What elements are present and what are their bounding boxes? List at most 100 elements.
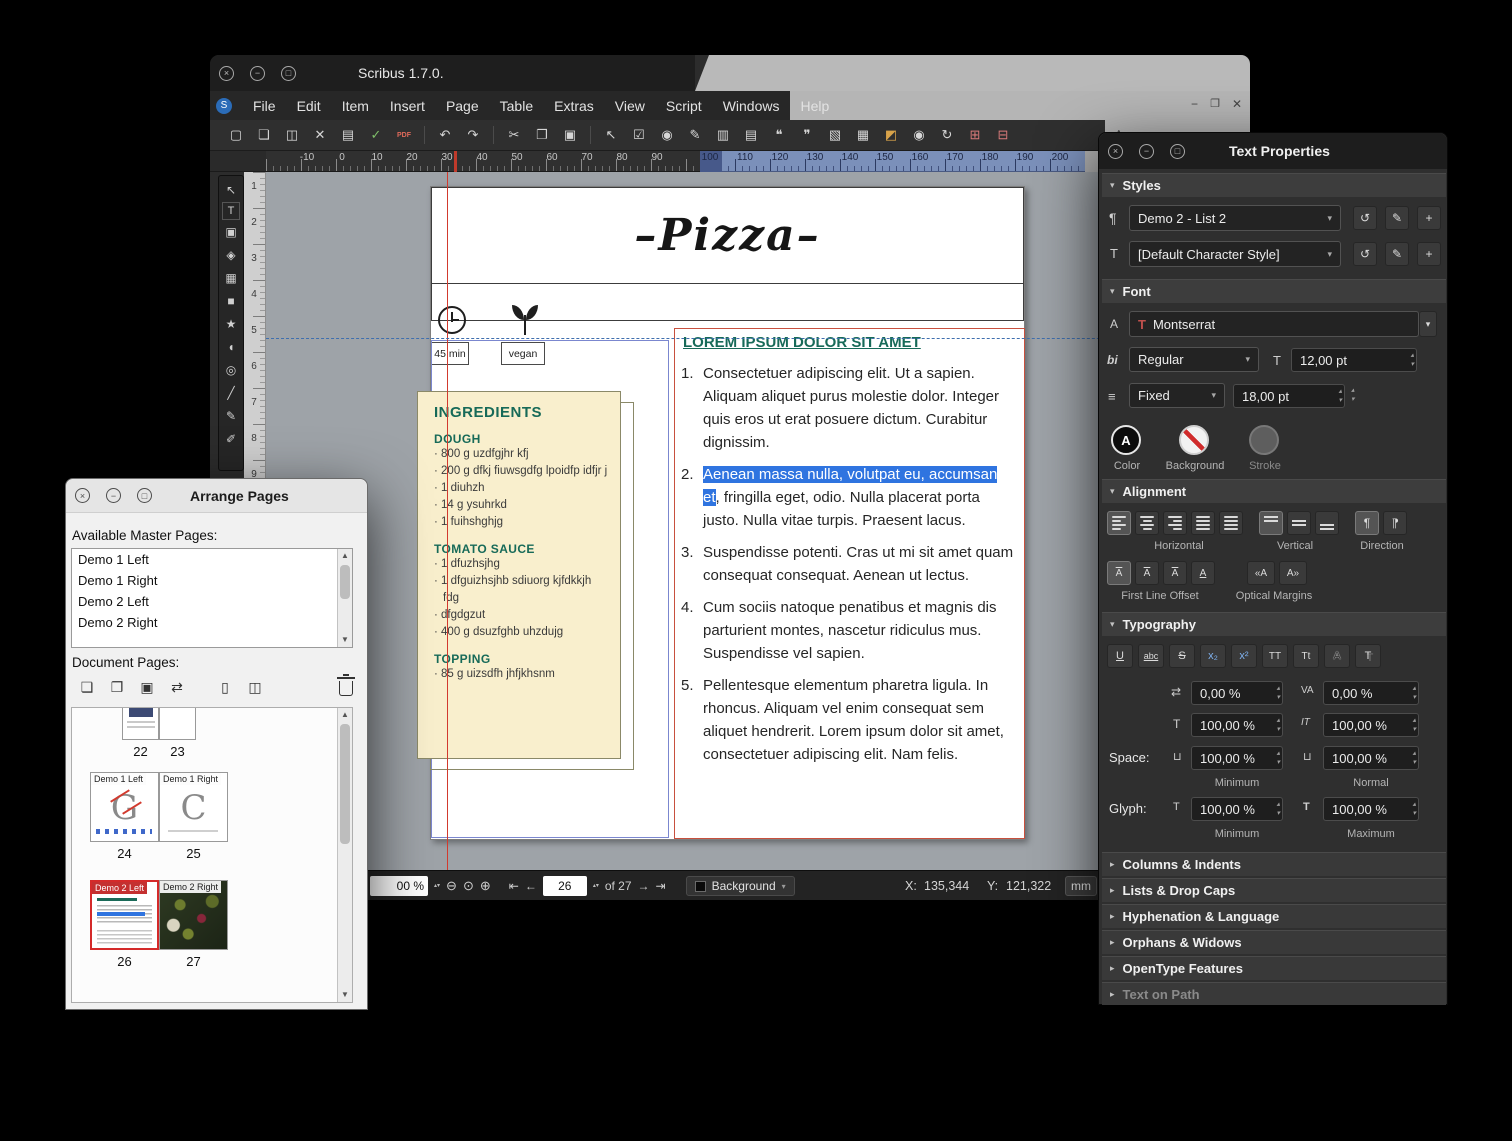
add-page-button[interactable]: ❏: [74, 675, 100, 699]
first-line-offset-max-ascent-button[interactable]: A: [1107, 561, 1131, 585]
small-caps-toggle[interactable]: Tt: [1293, 644, 1319, 668]
export-pdf-button[interactable]: PDF: [392, 123, 416, 147]
space-normal-input[interactable]: 100,00 %▴▾: [1323, 746, 1419, 770]
text-color-button[interactable]: A: [1111, 425, 1141, 455]
menu-extras[interactable]: Extras: [554, 98, 594, 114]
text-annotation-button[interactable]: ❝: [767, 123, 791, 147]
section-font[interactable]: ▾Font: [1102, 279, 1446, 303]
ruler-corner[interactable]: [210, 151, 266, 172]
pdf-checkbox-tool-button[interactable]: ☑: [627, 123, 651, 147]
layer-selector[interactable]: Background ▾: [686, 876, 795, 896]
horizontal-ruler[interactable]: -10 0 10 20 30 40 50 60 70 80 90: [266, 151, 700, 172]
spacing-stepper-icon[interactable]: ▴▾: [1351, 386, 1355, 404]
optical-margins-left-button[interactable]: «A: [1247, 561, 1275, 585]
backdrop-maximize-icon[interactable]: ❐: [1210, 97, 1220, 110]
next-page-button[interactable]: →: [638, 879, 650, 893]
insert-text-frame-button[interactable]: ▤: [739, 123, 763, 147]
section-orphans-widows[interactable]: ▸Orphans & Widows: [1102, 930, 1446, 954]
v-scale-input[interactable]: 100,00 %▴▾: [1323, 713, 1419, 737]
document-page[interactable]: –Pizza– 45 min vegan: [430, 186, 1025, 840]
arc-tool-button[interactable]: ◖: [220, 336, 242, 358]
minimize-window-icon[interactable]: −: [106, 488, 121, 503]
menu-view[interactable]: View: [615, 98, 645, 114]
align-justify-button[interactable]: [1191, 511, 1215, 535]
spinner-arrows-icon[interactable]: ▴▾: [1412, 800, 1416, 818]
character-style-select[interactable]: [Default Character Style]▾: [1129, 241, 1341, 267]
facing-pages-layout-button[interactable]: ◫: [242, 675, 268, 699]
edit-paragraph-style-button[interactable]: ✎: [1385, 206, 1409, 230]
tracking-input[interactable]: 0,00 %▴▾: [1191, 681, 1283, 705]
underline-words-toggle[interactable]: abc: [1138, 644, 1164, 668]
menu-item[interactable]: Item: [342, 98, 369, 114]
page-thumbnail-23[interactable]: [159, 707, 196, 740]
last-page-button[interactable]: ⇥: [656, 879, 666, 893]
list-item[interactable]: Demo 1 Left: [72, 549, 352, 570]
scrollbar[interactable]: ▲ ▼: [337, 708, 352, 1002]
section-hyphenation-language[interactable]: ▸Hyphenation & Language: [1102, 904, 1446, 928]
reset-character-style-button[interactable]: ↺: [1353, 242, 1377, 266]
all-caps-toggle[interactable]: TT: [1262, 644, 1288, 668]
cut-button[interactable]: ✂: [502, 123, 526, 147]
optical-margins-right-button[interactable]: A»: [1279, 561, 1307, 585]
valign-middle-button[interactable]: [1287, 511, 1311, 535]
maximize-window-icon[interactable]: □: [281, 66, 296, 81]
list-item[interactable]: Demo 2 Right: [72, 612, 352, 633]
document-pages-panel[interactable]: 22 23 Demo 1 Left G Demo 1 Right C 24 25…: [71, 707, 353, 1003]
underline-toggle[interactable]: U: [1107, 644, 1133, 668]
scroll-down-icon[interactable]: ▼: [338, 988, 352, 1002]
close-window-icon[interactable]: ×: [75, 488, 90, 503]
link-annotation-button[interactable]: ❞: [795, 123, 819, 147]
spinner-arrows-icon[interactable]: ▴▾: [1338, 387, 1342, 405]
glyph-min-input[interactable]: 100,00 %▴▾: [1191, 797, 1283, 821]
menu-help[interactable]: Help: [800, 98, 829, 114]
background-color-button[interactable]: [1179, 425, 1209, 455]
h-scale-input[interactable]: 100,00 %▴▾: [1191, 713, 1283, 737]
move-page-button[interactable]: ⇄: [164, 675, 190, 699]
paragraph-style-select[interactable]: Demo 2 - List 2▾: [1129, 205, 1341, 231]
preview-mode-button[interactable]: ◉: [907, 123, 931, 147]
table-tool-button[interactable]: ▦: [220, 267, 242, 289]
line-spacing-mode-select[interactable]: Fixed▾: [1129, 383, 1225, 408]
page-number-input[interactable]: 26: [543, 876, 587, 896]
menu-windows[interactable]: Windows: [723, 98, 780, 114]
menu-script[interactable]: Script: [666, 98, 702, 114]
open-file-button[interactable]: ❏: [252, 123, 276, 147]
superscript-toggle[interactable]: x²: [1231, 644, 1257, 668]
insert-table-button[interactable]: ▦: [851, 123, 875, 147]
master-pages-list[interactable]: Demo 1 Left Demo 1 Right Demo 2 Left Dem…: [71, 548, 353, 648]
select-tool-button[interactable]: ↖: [220, 179, 242, 201]
section-styles[interactable]: ▾Styles: [1102, 173, 1446, 197]
maximize-window-icon[interactable]: □: [1170, 144, 1185, 159]
font-family-select[interactable]: TMontserrat: [1129, 311, 1419, 337]
redo-button[interactable]: ↷: [461, 123, 485, 147]
outline-toggle[interactable]: A: [1324, 644, 1350, 668]
page-thumbnail-24[interactable]: Demo 1 Left G: [90, 772, 159, 842]
print-button[interactable]: ▤: [336, 123, 360, 147]
spinner-arrows-icon[interactable]: ▴▾: [1276, 684, 1280, 702]
direction-rtl-button[interactable]: ¶: [1383, 511, 1407, 535]
align-right-button[interactable]: [1163, 511, 1187, 535]
spinner-arrows-icon[interactable]: ▴▾: [1412, 749, 1416, 767]
body-text-frame[interactable]: LOREM IPSUM DOLOR SIT AMET 1. Consectetu…: [674, 328, 1025, 839]
delete-page-button[interactable]: [339, 681, 353, 696]
glyph-max-input[interactable]: 100,00 %▴▾: [1323, 797, 1419, 821]
calligraphy-tool-button[interactable]: ✐: [220, 428, 242, 450]
new-character-style-button[interactable]: +: [1417, 242, 1441, 266]
page-thumbnail-25[interactable]: Demo 1 Right C: [159, 772, 228, 842]
close-window-icon[interactable]: ×: [219, 66, 234, 81]
menu-insert[interactable]: Insert: [390, 98, 425, 114]
menu-page[interactable]: Page: [446, 98, 479, 114]
section-text-on-path[interactable]: ▸Text on Path: [1102, 982, 1446, 1005]
close-file-button[interactable]: ✕: [308, 123, 332, 147]
scroll-down-icon[interactable]: ▼: [338, 633, 352, 647]
first-line-offset-font-ascent-button[interactable]: A: [1135, 561, 1159, 585]
spinner-arrows-icon[interactable]: ▴▾: [1276, 749, 1280, 767]
paste-button[interactable]: ▣: [558, 123, 582, 147]
valign-bottom-button[interactable]: [1315, 511, 1339, 535]
page-thumbnail-27[interactable]: Demo 2 Right: [159, 880, 228, 950]
first-page-button[interactable]: ⇤: [509, 879, 519, 893]
image-frame-tool-button[interactable]: ▣: [220, 221, 242, 243]
unit-selector[interactable]: mm: [1065, 876, 1097, 896]
minimize-window-icon[interactable]: −: [250, 66, 265, 81]
direction-ltr-button[interactable]: ¶: [1355, 511, 1379, 535]
